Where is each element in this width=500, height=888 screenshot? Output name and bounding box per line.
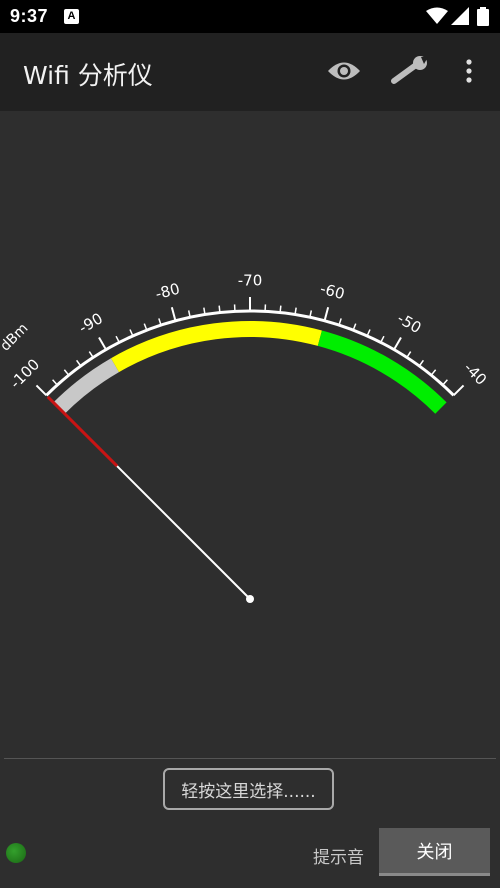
gauge-tick-label: -80 [153,279,181,303]
notification-icon: A [64,9,79,24]
gauge-tick-label: -90 [76,309,106,337]
gauge-tick [75,359,82,367]
wifi-icon [426,7,448,29]
app-title: Wifi 分析仪 [23,61,153,90]
gauge-tick-label: -40 [460,359,490,389]
settings-button[interactable] [390,53,430,93]
gauge-band-0 [53,358,120,414]
gauge-tick [218,305,221,313]
sound-label: 提示音 [313,848,364,868]
close-sound-toggle[interactable]: 关闭 [379,828,490,876]
gauge-tick [418,359,425,367]
gauge-tick-label: -70 [238,272,263,290]
gauge-tick [279,305,282,313]
status-bar: 9:37 A [0,0,500,33]
signal-gauge: -100 -90 -80 -70 -60 -50 -40 dBm [0,111,500,751]
battery-icon [477,7,489,30]
gauge-svg: -100-90-80 -70 -60-50-40dBm [0,272,490,603]
gauge-tick [63,369,70,376]
gauge-band-1 [111,321,322,373]
eye-icon [327,60,361,86]
app-bar: Wifi 分析仪 [0,33,500,111]
gauge-tick [406,351,412,358]
gauge-needle-tip [46,395,119,468]
gauge-needle [116,465,251,600]
gauge-tick [115,335,120,343]
gauge-tick [35,384,48,397]
select-network-button[interactable]: 轻按这里选择...... [163,768,334,810]
gauge-tick [442,379,448,386]
gauge-tick [430,369,437,376]
gauge-band-2 [317,330,447,414]
eye-button[interactable] [324,53,364,93]
gauge-tick [170,307,177,322]
wrench-icon [390,56,430,90]
gauge-tick [88,351,94,358]
status-led [6,843,26,863]
gauge-tick-label: -60 [318,279,346,303]
gauge-tick [380,335,385,343]
more-vert-icon [465,59,473,87]
gauge-tick [452,384,465,397]
gauge-pivot [246,595,254,603]
gauge-tick [98,336,107,351]
more-options-button[interactable] [449,53,489,93]
divider [4,758,496,759]
gauge-tick [393,336,402,351]
wifi-analyzer-screen: 9:37 A Wifi 分析仪 -100 -90 -80 -70 -60 -50… [0,0,500,888]
gauge-tick [323,307,330,322]
gauge-unit-label: dBm [0,320,31,354]
cell-signal-icon [451,7,469,29]
status-time: 9:37 [10,6,49,26]
gauge-tick-label: -50 [394,309,424,337]
gauge-tick [52,379,58,386]
